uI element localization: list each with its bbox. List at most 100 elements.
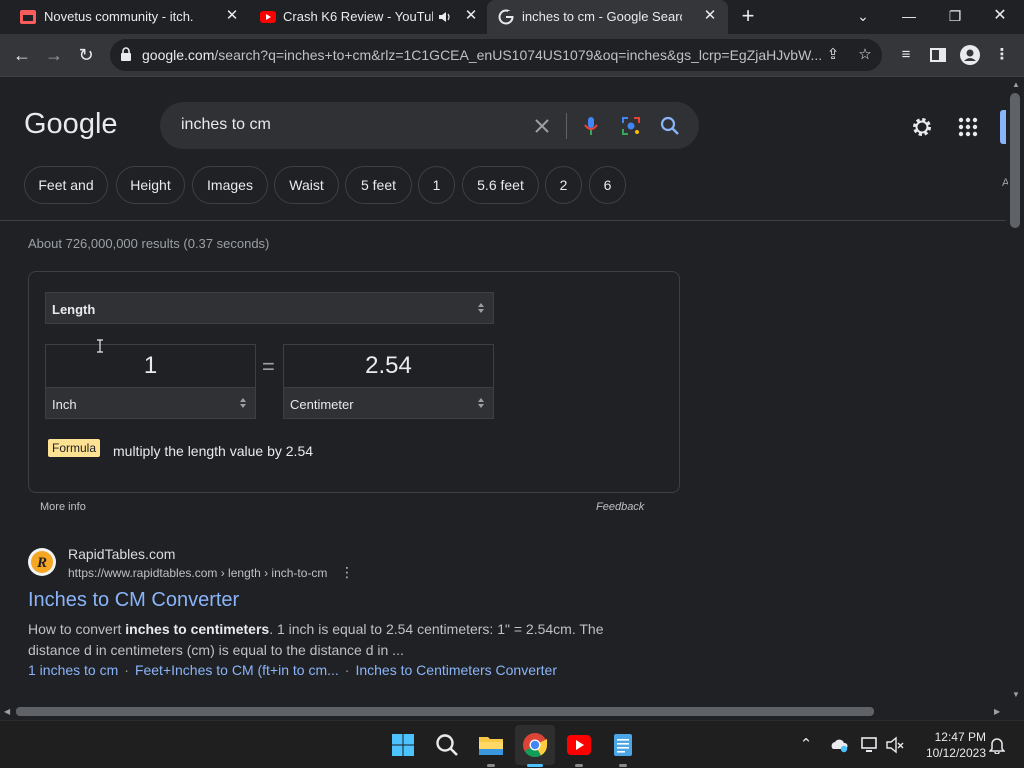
formula-badge: Formula	[48, 439, 101, 457]
chip-height[interactable]: Height	[116, 166, 185, 204]
chip-5-6-feet[interactable]: 5.6 feet	[462, 166, 539, 204]
speaker-icon[interactable]	[439, 11, 453, 23]
media-control-icon[interactable]: ≡	[896, 45, 916, 65]
sitelink-separator: ·	[344, 662, 350, 678]
new-tab-button[interactable]: +	[738, 5, 758, 27]
equals-sign: =	[262, 354, 275, 379]
google-logo[interactable]: Google	[24, 108, 118, 141]
reload-button[interactable]: ↻	[75, 44, 97, 66]
tab-google-search[interactable]: inches to cm - Google Search ✕	[487, 0, 728, 34]
lens-icon[interactable]	[620, 115, 642, 137]
menu-kebab-icon[interactable]: ⋮	[992, 45, 1012, 65]
youtube-running-indicator	[575, 764, 583, 767]
scroll-down-arrow-icon[interactable]: ▼	[1012, 690, 1020, 699]
from-value-input[interactable]: 1	[45, 344, 256, 388]
side-panel-icon[interactable]	[930, 48, 946, 62]
sitelink-separator: ·	[124, 662, 129, 678]
profile-icon[interactable]	[960, 45, 980, 65]
url-path: /search?q=inches+to+cm&rlz=1C1GCEA_enUS1…	[214, 47, 822, 63]
horizontal-scroll-thumb[interactable]	[16, 707, 874, 716]
screen: Novetus community - itch.io ✕ Crash K6 R…	[0, 0, 1024, 768]
more-info-link[interactable]: More info	[40, 501, 86, 513]
vertical-scroll-thumb[interactable]	[1010, 93, 1020, 228]
share-icon[interactable]: ⇪	[824, 46, 842, 64]
chip-waist[interactable]: Waist	[274, 166, 339, 204]
snippet-text: How to convert	[28, 621, 126, 637]
sitelink[interactable]: 1 inches to cm	[28, 662, 118, 678]
itchio-icon	[20, 10, 36, 24]
notification-bell-icon[interactable]	[989, 736, 1005, 754]
sign-in-button-edge[interactable]	[1000, 110, 1006, 144]
select-arrows-icon	[240, 398, 246, 408]
windows-start-icon[interactable]	[388, 730, 418, 760]
category-select[interactable]: Length	[45, 292, 494, 324]
sitelink[interactable]: Feet+Inches to CM (ft+in to cm...	[135, 662, 339, 678]
back-button[interactable]: ←	[11, 44, 33, 66]
search-input[interactable]: inches to cm	[181, 116, 271, 134]
tab-search-icon[interactable]: ⌄	[852, 5, 874, 27]
tab-itchio[interactable]: Novetus community - itch.io ✕	[0, 0, 248, 34]
address-bar[interactable]: google.com/search?q=inches+to+cm&rlz=1C1…	[110, 39, 882, 71]
from-unit-value: Inch	[52, 397, 77, 412]
chip-1[interactable]: 1	[418, 166, 455, 204]
explorer-running-indicator	[487, 764, 495, 767]
rapidtables-icon: R	[31, 551, 53, 573]
chip-5-feet[interactable]: 5 feet	[345, 166, 412, 204]
minimize-button[interactable]: —	[898, 5, 920, 27]
url-domain: google.com	[142, 47, 215, 63]
to-value-input[interactable]: 2.54	[283, 344, 494, 388]
restore-button[interactable]: ❐	[944, 5, 966, 27]
forward-button[interactable]: →	[43, 44, 65, 66]
close-icon[interactable]: ✕	[463, 8, 479, 24]
scroll-up-arrow-icon[interactable]: ▲	[1012, 80, 1020, 89]
onedrive-icon[interactable]	[829, 737, 849, 753]
microphone-icon[interactable]	[580, 115, 602, 137]
clear-icon[interactable]	[531, 115, 553, 137]
site-favicon[interactable]: R	[28, 548, 56, 576]
chip-2[interactable]: 2	[545, 166, 582, 204]
to-unit-select[interactable]: Centimeter	[283, 387, 494, 419]
notepad-icon[interactable]	[608, 730, 638, 760]
feedback-link[interactable]: Feedback	[596, 501, 644, 513]
sitelinks: 1 inches to cm · Feet+Inches to CM (ft+in …	[28, 662, 557, 678]
search-icon[interactable]	[659, 115, 681, 137]
bookmark-star-icon[interactable]: ☆	[856, 46, 874, 64]
browser-toolbar: ← → ↻ google.com/search?q=inches+to+cm&r…	[0, 34, 1024, 77]
windows-taskbar: ⌃ 12:47 PM 10/12/2023	[0, 720, 1024, 768]
result-menu-icon[interactable]: ⋮	[340, 565, 354, 579]
category-value: Length	[52, 302, 96, 317]
close-icon[interactable]: ✕	[224, 8, 240, 24]
scroll-left-arrow-icon[interactable]: ◀	[4, 707, 10, 716]
notepad-running-indicator	[619, 764, 627, 767]
chip-images[interactable]: Images	[192, 166, 268, 204]
settings-gear-icon[interactable]	[910, 115, 934, 139]
close-icon[interactable]: ✕	[702, 8, 718, 24]
tray-chevron-up-icon[interactable]: ⌃	[796, 735, 816, 755]
apps-grid-icon[interactable]	[956, 115, 980, 139]
result-snippet: How to convert inches to centimeters. 1 …	[28, 619, 628, 661]
site-name[interactable]: RapidTables.com	[68, 546, 175, 562]
search-icon[interactable]	[432, 730, 462, 760]
url-text[interactable]: google.com/search?q=inches+to+cm&rlz=1C1…	[142, 47, 822, 63]
result-title-link[interactable]: Inches to CM Converter	[28, 589, 239, 612]
from-unit-select[interactable]: Inch	[45, 387, 256, 419]
network-icon[interactable]	[860, 736, 880, 754]
formula-text: multiply the length value by 2.54	[113, 443, 314, 459]
chip-feet-and[interactable]: Feet and	[24, 166, 108, 204]
chip-6[interactable]: 6	[589, 166, 626, 204]
file-explorer-icon[interactable]	[476, 730, 506, 760]
close-window-button[interactable]: ✕	[989, 5, 1011, 27]
clock[interactable]: 12:47 PM 10/12/2023	[914, 729, 986, 761]
volume-muted-icon[interactable]	[886, 736, 906, 754]
tab-youtube[interactable]: Crash K6 Review - YouTube ✕	[248, 0, 488, 34]
sitelink[interactable]: Inches to Centimeters Converter	[355, 662, 557, 678]
result-stats: About 726,000,000 results (0.37 seconds)	[28, 236, 270, 251]
search-box[interactable]: inches to cm	[160, 102, 699, 149]
to-unit-value: Centimeter	[290, 397, 354, 412]
lock-icon[interactable]	[120, 47, 132, 61]
scroll-right-arrow-icon[interactable]: ▶	[994, 707, 1000, 716]
chrome-icon[interactable]	[520, 730, 550, 760]
site-breadcrumb-url[interactable]: https://www.rapidtables.com › length › i…	[68, 566, 327, 580]
youtube-app-icon[interactable]	[564, 730, 594, 760]
site-icon-letter: R	[36, 555, 47, 571]
